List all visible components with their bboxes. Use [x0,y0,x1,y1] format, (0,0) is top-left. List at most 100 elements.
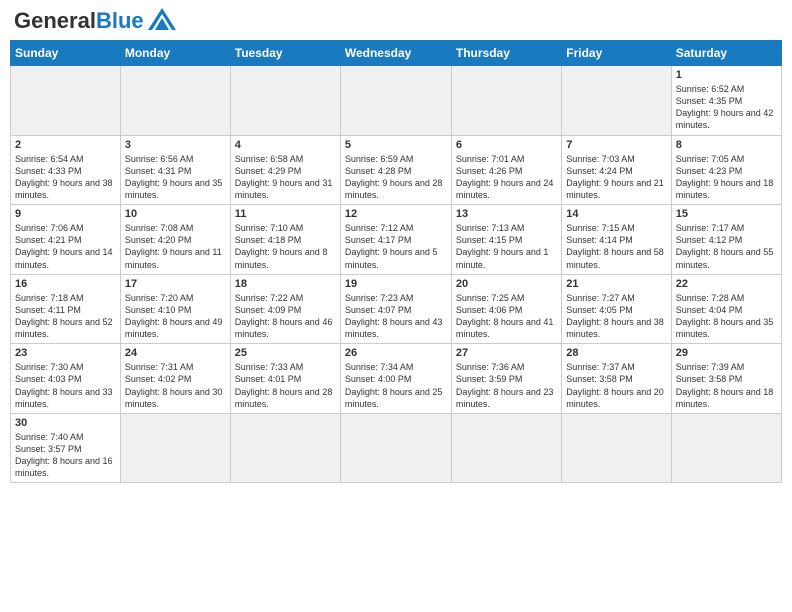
calendar-cell: 10 Sunrise: 7:08 AMSunset: 4:20 PMDayligh… [120,205,230,275]
day-info: Sunrise: 6:59 AMSunset: 4:28 PMDaylight:… [345,153,447,202]
day-info: Sunrise: 7:33 AMSunset: 4:01 PMDaylight:… [235,361,336,410]
day-info: Sunrise: 7:12 AMSunset: 4:17 PMDaylight:… [345,222,447,271]
day-number: 25 [235,347,336,359]
weekday-header-saturday: Saturday [671,41,781,66]
calendar-cell: 24Sunrise: 7:31 AMSunset: 4:02 PMDayligh… [120,344,230,414]
day-number: 10 [125,208,226,220]
calendar-week-row: 16 Sunrise: 7:18 AMSunset: 4:11 PMDayligh… [11,274,782,344]
calendar-cell: 16 Sunrise: 7:18 AMSunset: 4:11 PMDayligh… [11,274,121,344]
day-info: Sunrise: 7:10 AMSunset: 4:18 PMDaylight:… [235,222,336,271]
calendar-cell [11,66,121,136]
day-number: 26 [345,347,447,359]
weekday-header-sunday: Sunday [11,41,121,66]
day-number: 6 [456,139,557,151]
day-info: Sunrise: 6:54 AMSunset: 4:33 PMDaylight:… [15,153,116,202]
day-number: 15 [676,208,777,220]
calendar-cell [562,66,671,136]
calendar-week-row: 9 Sunrise: 7:06 AMSunset: 4:21 PMDaylight… [11,205,782,275]
day-info: Sunrise: 7:34 AMSunset: 4:00 PMDaylight:… [345,361,447,410]
calendar-cell: 17 Sunrise: 7:20 AMSunset: 4:10 PMDayligh… [120,274,230,344]
day-info: Sunrise: 6:52 AMSunset: 4:35 PMDaylight:… [676,83,777,132]
day-number: 22 [676,278,777,290]
logo-icon [148,8,176,30]
calendar-cell [230,66,340,136]
weekday-header-row: SundayMondayTuesdayWednesdayThursdayFrid… [11,41,782,66]
calendar-cell [340,66,451,136]
calendar-cell: 7Sunrise: 7:03 AMSunset: 4:24 PMDaylight… [562,135,671,205]
calendar-cell: 4 Sunrise: 6:58 AMSunset: 4:29 PMDaylight… [230,135,340,205]
day-number: 12 [345,208,447,220]
calendar-week-row: 30Sunrise: 7:40 AMSunset: 3:57 PMDayligh… [11,413,782,483]
logo-general: General [14,8,96,33]
day-number: 7 [566,139,666,151]
weekday-header-wednesday: Wednesday [340,41,451,66]
calendar-week-row: 2 Sunrise: 6:54 AMSunset: 4:33 PMDaylight… [11,135,782,205]
calendar-cell: 12 Sunrise: 7:12 AMSunset: 4:17 PMDayligh… [340,205,451,275]
day-info: Sunrise: 7:01 AMSunset: 4:26 PMDaylight:… [456,153,557,202]
day-info: Sunrise: 7:18 AMSunset: 4:11 PMDaylight:… [15,292,116,341]
calendar-cell: 25 Sunrise: 7:33 AMSunset: 4:01 PMDayligh… [230,344,340,414]
calendar-cell: 14Sunrise: 7:15 AMSunset: 4:14 PMDayligh… [562,205,671,275]
day-info: Sunrise: 7:37 AMSunset: 3:58 PMDaylight:… [566,361,666,410]
calendar-cell: 11 Sunrise: 7:10 AMSunset: 4:18 PMDayligh… [230,205,340,275]
day-number: 16 [15,278,116,290]
calendar-cell: 26 Sunrise: 7:34 AMSunset: 4:00 PMDayligh… [340,344,451,414]
day-number: 14 [566,208,666,220]
day-number: 5 [345,139,447,151]
weekday-header-thursday: Thursday [451,41,561,66]
calendar-cell: 2 Sunrise: 6:54 AMSunset: 4:33 PMDaylight… [11,135,121,205]
day-number: 3 [125,139,226,151]
day-number: 19 [345,278,447,290]
calendar-cell: 6 Sunrise: 7:01 AMSunset: 4:26 PMDaylight… [451,135,561,205]
day-number: 27 [456,347,557,359]
calendar-cell: 28Sunrise: 7:37 AMSunset: 3:58 PMDayligh… [562,344,671,414]
day-number: 2 [15,139,116,151]
calendar-cell: 5 Sunrise: 6:59 AMSunset: 4:28 PMDaylight… [340,135,451,205]
day-number: 9 [15,208,116,220]
weekday-header-friday: Friday [562,41,671,66]
calendar-week-row: 1 Sunrise: 6:52 AMSunset: 4:35 PMDaylight… [11,66,782,136]
calendar-cell [120,413,230,483]
calendar-cell: 3 Sunrise: 6:56 AMSunset: 4:31 PMDaylight… [120,135,230,205]
calendar-cell: 8Sunrise: 7:05 AMSunset: 4:23 PMDaylight… [671,135,781,205]
logo: GeneralBlue [14,10,176,32]
day-number: 4 [235,139,336,151]
day-info: Sunrise: 7:06 AMSunset: 4:21 PMDaylight:… [15,222,116,271]
weekday-header-tuesday: Tuesday [230,41,340,66]
calendar-cell: 19Sunrise: 7:23 AMSunset: 4:07 PMDayligh… [340,274,451,344]
calendar-cell [671,413,781,483]
calendar-cell [451,66,561,136]
calendar-cell [340,413,451,483]
day-info: Sunrise: 7:17 AMSunset: 4:12 PMDaylight:… [676,222,777,271]
day-info: Sunrise: 7:27 AMSunset: 4:05 PMDaylight:… [566,292,666,341]
calendar-cell: 20Sunrise: 7:25 AMSunset: 4:06 PMDayligh… [451,274,561,344]
calendar-cell [562,413,671,483]
day-number: 21 [566,278,666,290]
calendar-cell: 9 Sunrise: 7:06 AMSunset: 4:21 PMDaylight… [11,205,121,275]
day-number: 1 [676,69,777,81]
calendar-cell: 15 Sunrise: 7:17 AMSunset: 4:12 PMDayligh… [671,205,781,275]
day-info: Sunrise: 7:22 AMSunset: 4:09 PMDaylight:… [235,292,336,341]
day-number: 11 [235,208,336,220]
day-number: 18 [235,278,336,290]
calendar-cell: 23Sunrise: 7:30 AMSunset: 4:03 PMDayligh… [11,344,121,414]
calendar-cell: 13Sunrise: 7:13 AMSunset: 4:15 PMDayligh… [451,205,561,275]
calendar-cell: 21 Sunrise: 7:27 AMSunset: 4:05 PMDayligh… [562,274,671,344]
day-number: 30 [15,417,116,429]
calendar-cell: 18 Sunrise: 7:22 AMSunset: 4:09 PMDayligh… [230,274,340,344]
day-info: Sunrise: 7:31 AMSunset: 4:02 PMDaylight:… [125,361,226,410]
day-info: Sunrise: 6:56 AMSunset: 4:31 PMDaylight:… [125,153,226,202]
day-number: 17 [125,278,226,290]
calendar-table: SundayMondayTuesdayWednesdayThursdayFrid… [10,40,782,483]
day-info: Sunrise: 7:13 AMSunset: 4:15 PMDaylight:… [456,222,557,271]
day-number: 23 [15,347,116,359]
day-info: Sunrise: 7:28 AMSunset: 4:04 PMDaylight:… [676,292,777,341]
page-header: GeneralBlue [10,10,782,32]
day-info: Sunrise: 6:58 AMSunset: 4:29 PMDaylight:… [235,153,336,202]
calendar-cell: 1 Sunrise: 6:52 AMSunset: 4:35 PMDaylight… [671,66,781,136]
logo-text: GeneralBlue [14,10,144,32]
day-number: 29 [676,347,777,359]
logo-blue: Blue [96,8,144,33]
day-info: Sunrise: 7:20 AMSunset: 4:10 PMDaylight:… [125,292,226,341]
day-info: Sunrise: 7:08 AMSunset: 4:20 PMDaylight:… [125,222,226,271]
